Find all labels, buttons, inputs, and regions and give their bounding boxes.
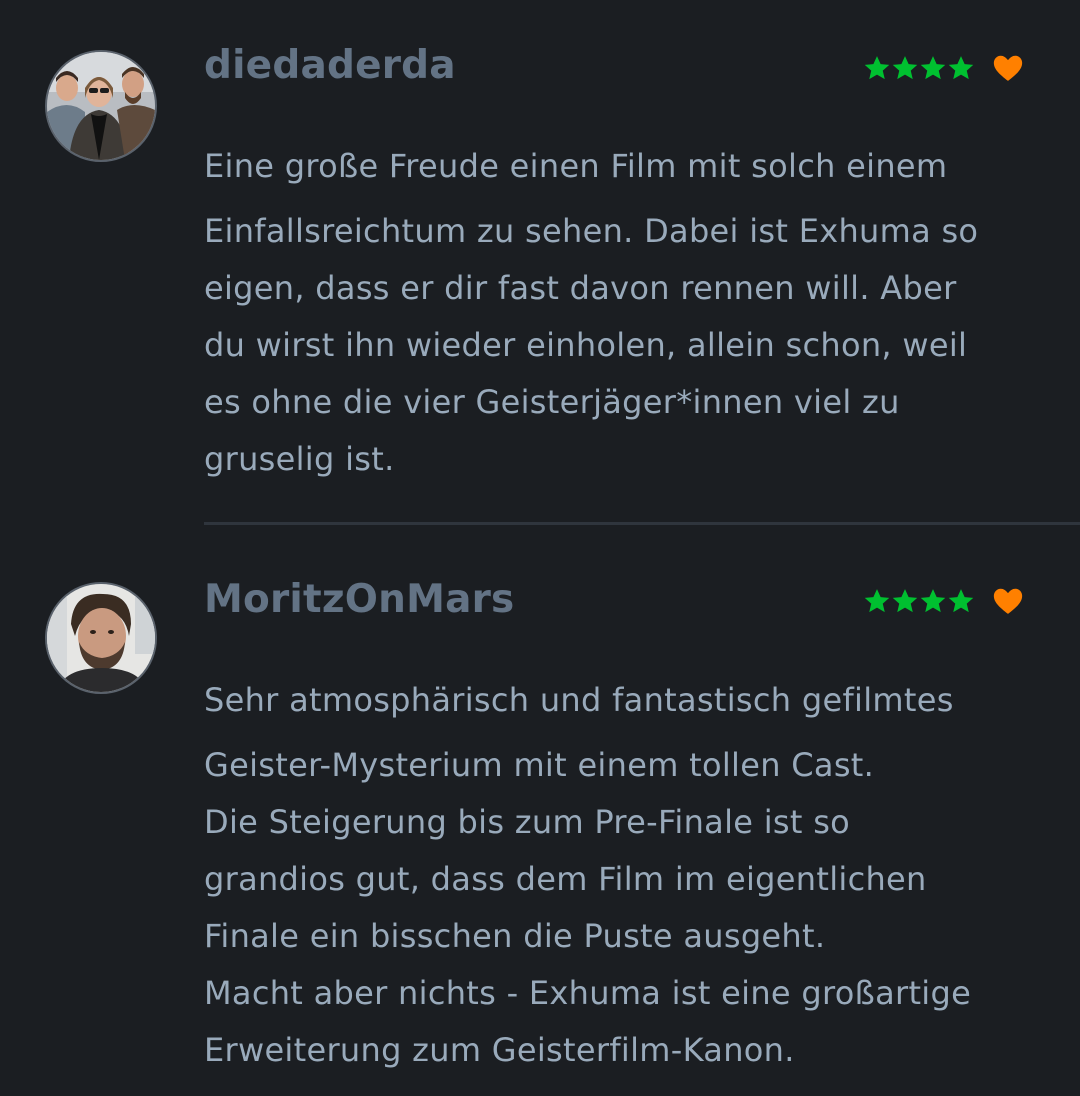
- review-divider: [204, 522, 1080, 525]
- review-item: MoritzOnMars Sehr atmosphärisch und fant…: [0, 526, 1080, 1096]
- review-text-line: Die Steigerung bis zum Pre-Finale ist so: [204, 803, 851, 841]
- heart-icon: [993, 55, 1023, 81]
- star-rating: [862, 53, 1024, 83]
- heart-icon: [993, 588, 1023, 614]
- review-text-line: Macht aber nichts - Exhuma ist eine groß…: [204, 974, 972, 1012]
- review-text-line: Sehr atmosphärisch und fantastisch gefil…: [204, 681, 954, 719]
- review-text-line: Geister-Mysterium mit einem tollen Cast.: [204, 746, 875, 784]
- username[interactable]: diedaderda: [204, 46, 456, 85]
- review-text-line: eigen, dass er dir fast davon rennen wil…: [204, 269, 957, 307]
- review-text-line: grandios gut, dass dem Film im eigentlic…: [204, 860, 927, 898]
- avatar[interactable]: [45, 50, 157, 162]
- review-text-line: Eine große Freude einen Film mit solch e…: [204, 147, 948, 185]
- star-icon: [892, 56, 918, 80]
- review-text-line: es ohne die vier Geisterjäger*innen viel…: [204, 383, 900, 421]
- star-icon: [948, 589, 974, 613]
- star-icon: [920, 56, 946, 80]
- review-item: diedaderda Eine große Freude einen Film …: [0, 0, 1080, 524]
- star-icon: [864, 56, 890, 80]
- star-icon: [892, 589, 918, 613]
- review-body: Eine große Freude einen Film mit solch e…: [204, 138, 1064, 488]
- star-icon: [864, 589, 890, 613]
- review-text-line: Finale ein bisschen die Puste ausgeht.: [204, 917, 826, 955]
- group-photo-avatar-icon: [47, 52, 155, 160]
- review-text-line: Erweiterung zum Geisterfilm-Kanon.: [204, 1031, 795, 1069]
- review-body: Sehr atmosphärisch und fantastisch gefil…: [204, 672, 1064, 1079]
- portrait-photo-avatar-icon: [47, 584, 155, 692]
- star-icon: [948, 56, 974, 80]
- star-icon: [920, 589, 946, 613]
- review-text-line: Einfallsreichtum zu sehen. Dabei ist Exh…: [204, 212, 979, 250]
- username[interactable]: MoritzOnMars: [204, 580, 514, 619]
- avatar[interactable]: [45, 582, 157, 694]
- review-text-line: du wirst ihn wieder einholen, allein sch…: [204, 326, 968, 364]
- review-text-line: gruselig ist.: [204, 440, 395, 478]
- star-rating: [862, 586, 1024, 616]
